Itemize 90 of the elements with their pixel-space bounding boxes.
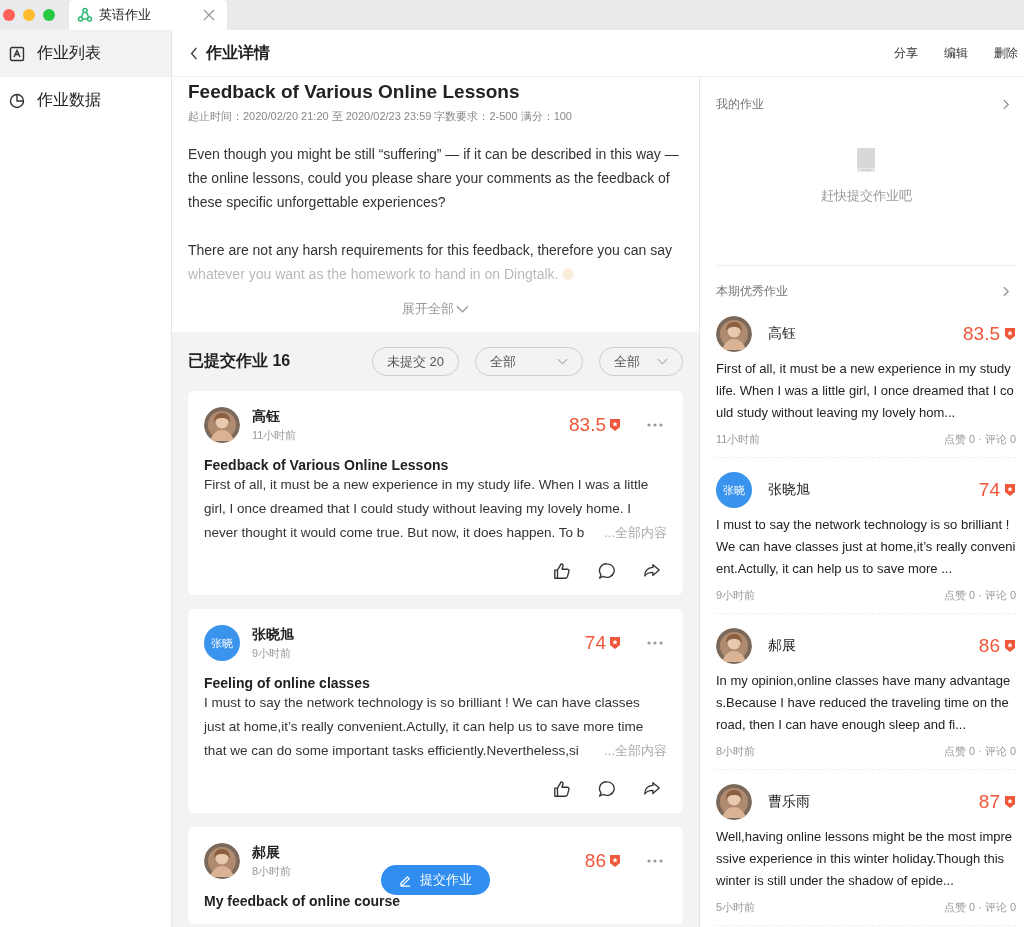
score: 86 [978,635,1000,657]
caret-icon [557,358,568,365]
excellent-work-item[interactable]: 张晓 张晓旭 74 I must to say the network technology is so brilliant ! We can have classes just at home,it’s really convenient.Actully, it can help us to save more ... 9小时前 点赞 0 · 评论 0 [716,472,1016,614]
submit-time: 9小时前 [716,588,756,603]
work-excerpt: I must to say the network technology is so brilliant ! We can have classes just at home,it’s really convenient.Actully, it can help us to save more ... [716,516,1016,578]
unsubmitted-filter-button[interactable]: 未提交 20 [371,347,459,376]
excerpt-line: girl, I once dreamed that I could study without leaving my lovely home. I [204,500,631,518]
score: 83.5 [963,323,1000,345]
window-tab[interactable]: 英语作业 [69,0,227,30]
shield-badge-icon [1004,483,1016,497]
avatar: 张晓 [716,472,752,508]
work-excerpt: In my opinion,online classes have many advantages.Because I have reduced the traveling time on the road, then I can have enough sleep and fi... [716,672,1012,734]
assignment-title: Feedback of Various Online Lessons [188,81,521,103]
submit-time: 5小时前 [716,900,756,915]
recycle-logo-icon [77,7,93,23]
student-name: 郝展 [768,637,797,655]
document-icon [9,45,25,62]
excerpt-line: just at home,it’s really convenient.Actully, it can help us to save more time [204,718,644,736]
section-title: 我的作业 [716,95,764,113]
maximize-window-button[interactable] [43,9,55,21]
header-action-link[interactable]: 删除 [994,44,1018,62]
shield-badge-icon [609,636,621,650]
header-action-link[interactable]: 编辑 [944,44,968,62]
more-icon[interactable] [647,641,663,645]
share-icon[interactable] [643,562,661,580]
caret-icon [657,358,668,365]
likes-comments-count: 点赞 0 · 评论 0 [943,744,1016,759]
student-name: 张晓旭 [768,481,811,499]
chevron-down-icon [456,305,469,313]
likes-comments-count: 点赞 0 · 评论 0 [943,588,1016,603]
thumbs-up-icon[interactable] [553,780,571,798]
likes-comments-count: 点赞 0 · 评论 0 [943,900,1016,915]
filter-dropdown[interactable]: 全部 [599,347,683,376]
assignment-meta: 起止时间：2020/02/20 21:20 至 2020/02/23 23:59 字数要求：2-500 满分：100 [188,109,573,124]
shield-badge-icon [609,418,621,432]
pie-chart-icon [9,92,25,109]
student-name: 张晓旭 [252,625,295,644]
excerpt-line: First of all, it must be a new experience in my study life. When I was a little [204,476,649,494]
submission-title: Feeling of online classes [204,675,370,691]
score: 86 [584,850,606,872]
sidebar-item[interactable]: 作业列表 [0,30,171,77]
score: 87 [978,791,1000,813]
work-excerpt: First of all, it must be a new experience in my study life. When I was a little girl, I once dreamed that I could study without leaving my lovely hom... [716,360,1015,422]
sidebar-item[interactable]: 作业数据 [0,77,171,124]
excerpt-line: never thought it would come true. But now, it does happen. To b [204,524,585,542]
submit-time: 11小时前 [716,432,761,447]
shield-badge-icon [1004,795,1016,809]
section-title: 本期优秀作业 [716,282,788,300]
student-name: 高钰 [252,407,281,426]
student-name: 曹乐雨 [768,793,811,811]
description-paragraph: Even though you might be still “suffering” — if it can be described in this way — the online lessons, could you please share your comments as the feedback of these specific unforgettable experiences? [188,145,680,212]
comment-icon[interactable] [598,562,616,580]
submission-title: Feedback of Various Online Lessons [204,457,449,473]
submit-time: 8小时前 [716,744,756,759]
shield-badge-icon [609,854,621,868]
thumbs-up-icon[interactable] [553,562,571,580]
header-action-link[interactable]: 分享 [894,44,918,62]
student-name: 高钰 [768,325,797,343]
score: 74 [978,479,1000,501]
shield-badge-icon [1004,327,1016,341]
back-button[interactable]: 作业详情 [190,42,270,64]
submit-time: 11小时前 [252,427,298,443]
chevron-right-icon[interactable] [1003,285,1010,297]
empty-state-text: 赶快提交作业吧 [820,187,912,205]
work-excerpt: Well,having online lessons might be the most impressive experience in this winter holiday.Though this winter is still under the shadow of epide... [716,828,1014,890]
submitted-heading: 已提交作业 16 [188,351,291,371]
shield-badge-icon [1004,639,1016,653]
share-icon[interactable] [643,780,661,798]
excellent-work-item[interactable]: 高钰 83.5 First of all, it must be a new experience in my study life. When I was a little girl, I once dreamed that I could study without leaving my lovely hom... 11小时前 点赞 0 · 评论 0 [716,316,1016,458]
excerpt-line: that we can do some important tasks efficiently.Nevertheless,si [204,742,579,760]
pencil-icon [399,873,412,887]
score: 74 [584,632,606,654]
description-paragraph: There are not any harsh requirements for this feedback, therefore you can say whatever you want as the homework to hand in on Dingtalk. [188,241,674,284]
more-icon[interactable] [647,423,663,427]
filter-dropdown[interactable]: 全部 [475,347,583,376]
close-icon[interactable] [203,9,215,21]
excellent-work-item[interactable]: 曹乐雨 87 Well,having online lessons might be the most impressive experience in this winter holiday.Though this winter is still under the shadow of epide... 5小时前 点赞 0 · 评论 0 [716,784,1016,926]
score: 83.5 [569,414,606,436]
book-icon [854,147,878,173]
likes-comments-count: 点赞 0 · 评论 0 [943,432,1016,447]
chevron-right-icon[interactable] [1003,98,1010,110]
avatar: 张晓 [204,625,240,661]
more-icon[interactable] [647,859,663,863]
comment-icon[interactable] [598,780,616,798]
excellent-work-item[interactable]: 郝展 86 In my opinion,online classes have many advantages.Because I have reduced the traveling time on the road, then I can have enough sleep and fi... 8小时前 点赞 0 · 评论 0 [716,628,1016,770]
submission-title: My feedback of online course [204,893,401,909]
close-window-button[interactable] [3,9,15,21]
excerpt-line: I must to say the network technology is so brilliant ! We can have classes [204,694,640,712]
student-name: 郝展 [252,843,281,862]
submit-time: 9小时前 [252,645,293,661]
